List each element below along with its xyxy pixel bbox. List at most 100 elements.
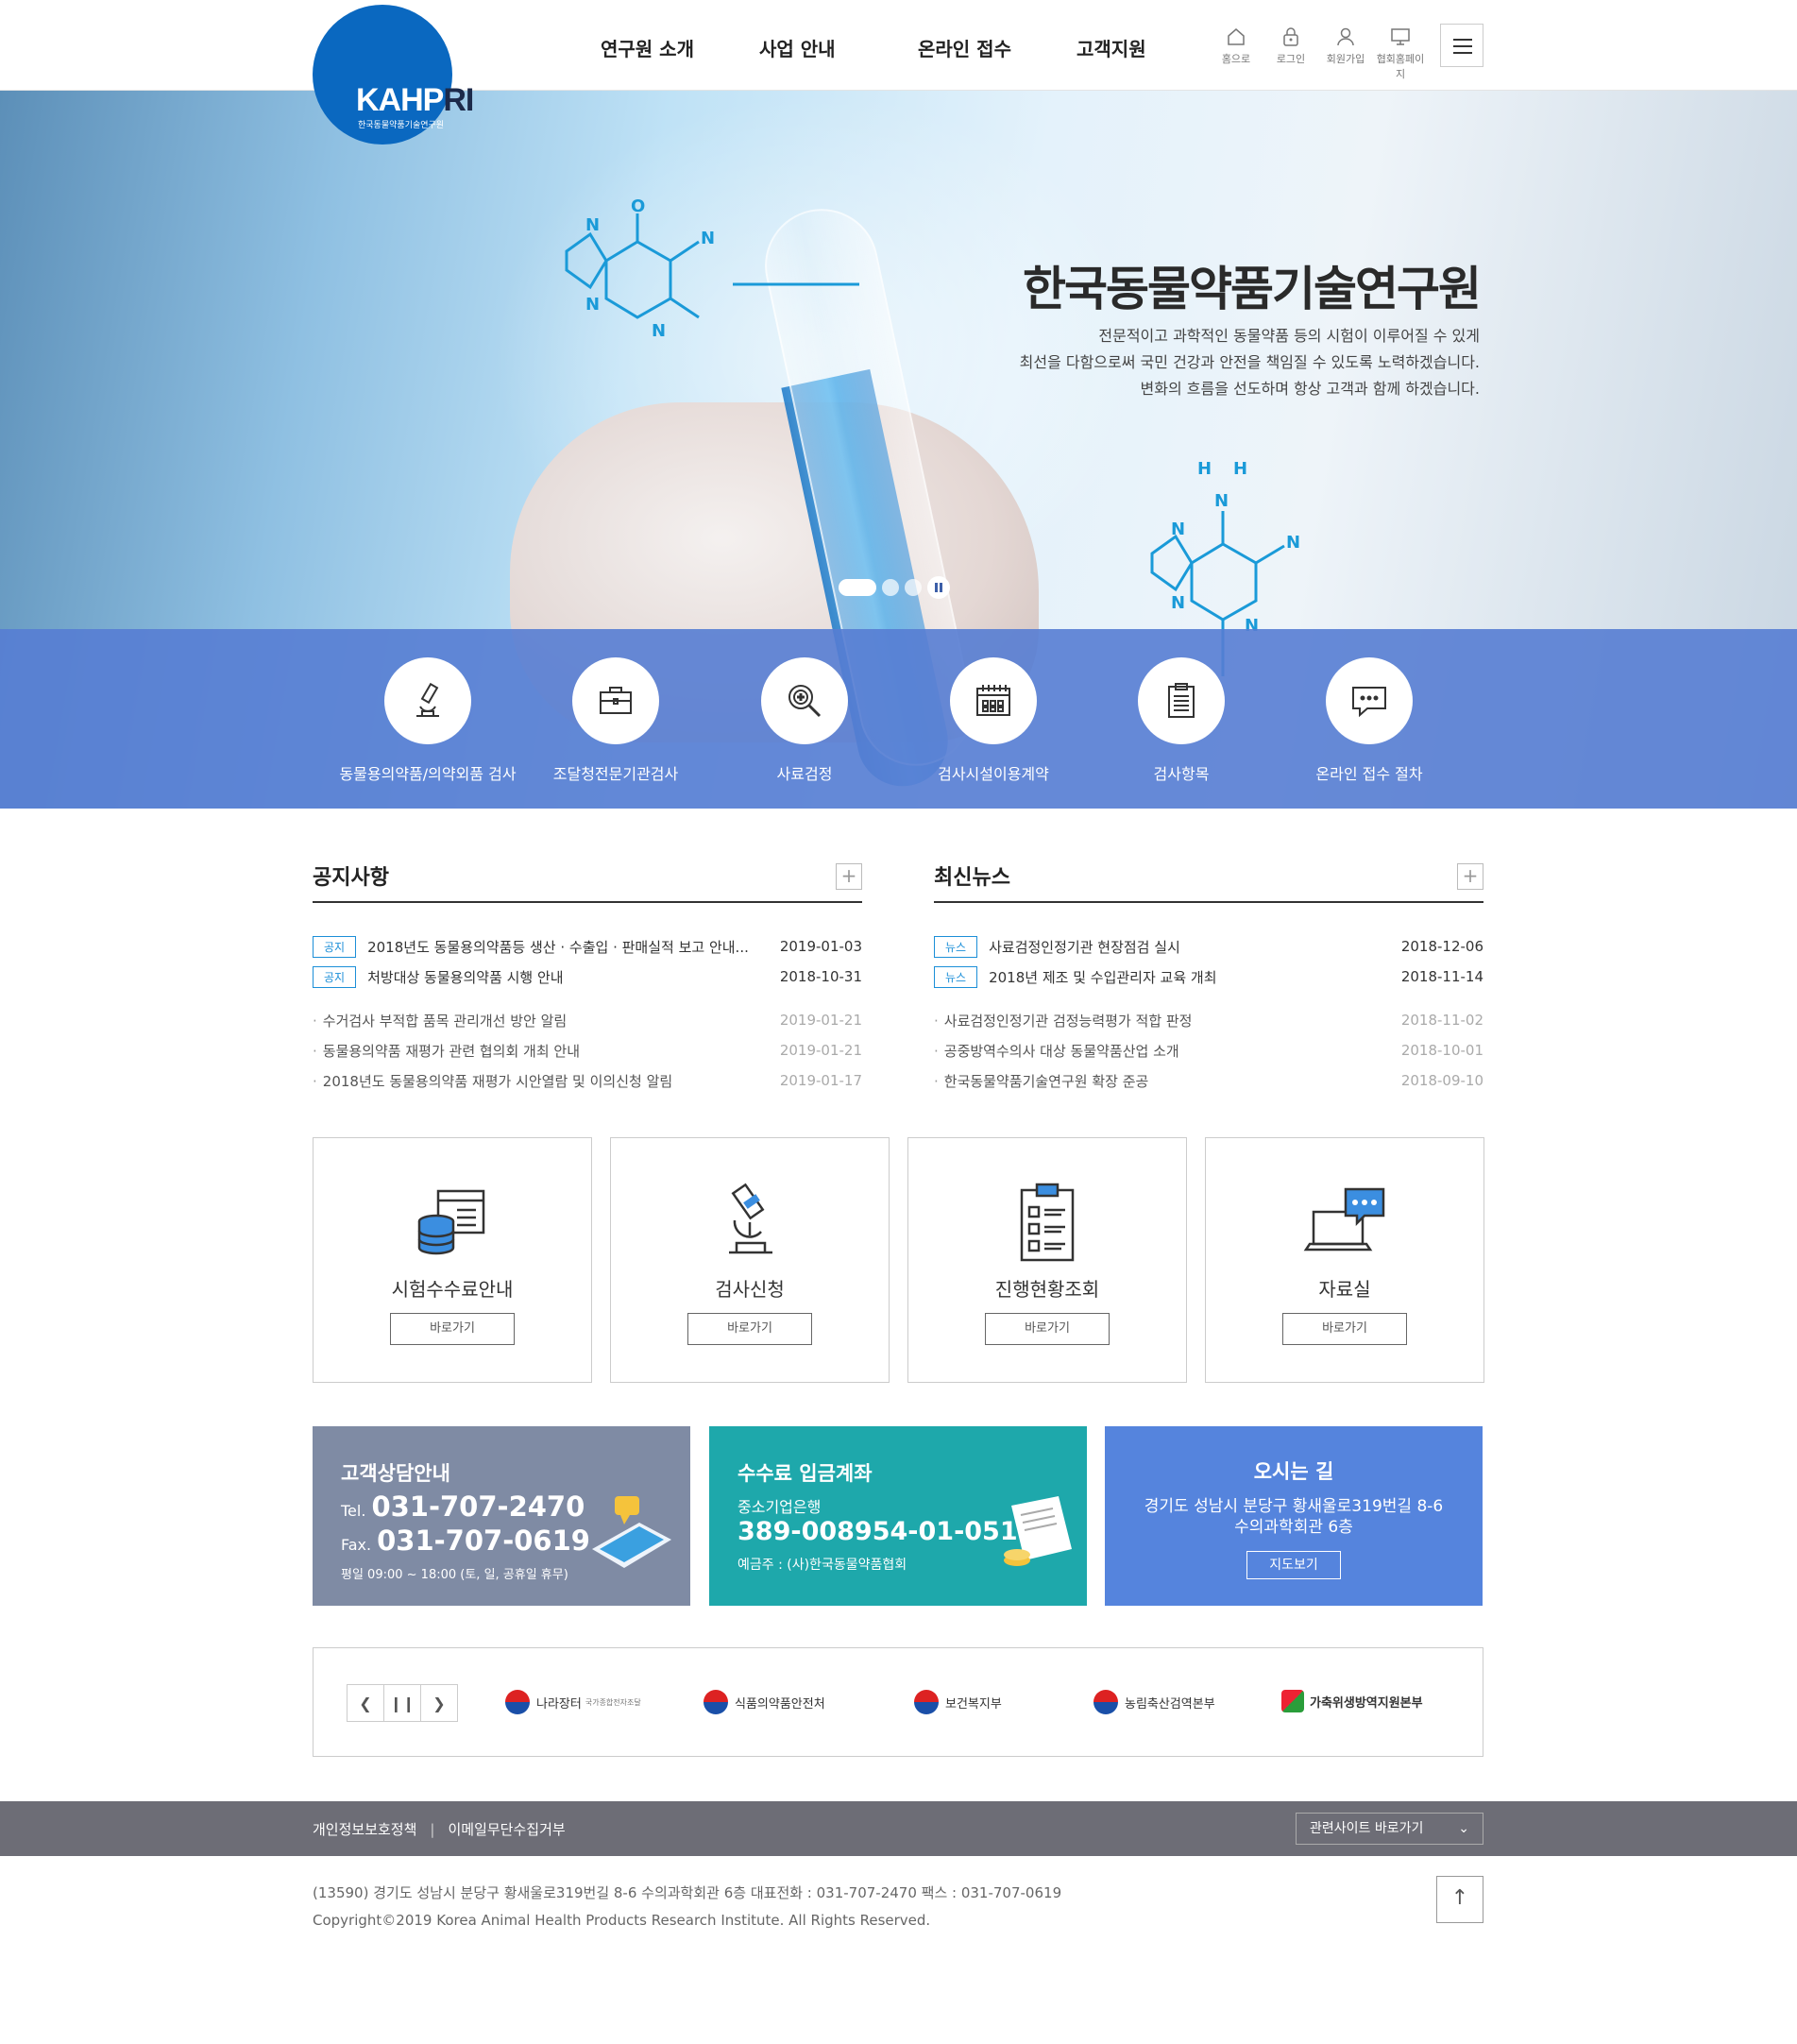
news-title: 최신뉴스 xyxy=(934,866,1010,890)
service-fee-title: 시험수수료안내 xyxy=(391,1278,514,1301)
nav-about[interactable]: 연구원 소개 xyxy=(601,34,759,61)
cs-title: 고객상담안내 xyxy=(341,1462,450,1485)
email-refusal-link[interactable]: 이메일무단수집거부 xyxy=(448,1821,565,1838)
family-site-select[interactable]: 관련사이트 바로가기 ⌄ xyxy=(1296,1813,1483,1845)
checklist-icon xyxy=(1020,1183,1075,1262)
service-archive-button[interactable]: 바로가기 xyxy=(1282,1313,1407,1345)
news-row[interactable]: 뉴스 2018년 제조 및 수입관리자 교육 개최 2018-11-14 xyxy=(934,962,1483,992)
service-apply-title: 검사신청 xyxy=(715,1278,785,1301)
taegeuk-icon xyxy=(1093,1690,1118,1714)
taegeuk-icon xyxy=(914,1690,939,1714)
scroll-top-button[interactable]: ↑ xyxy=(1436,1876,1483,1923)
partner-logo-ahqa[interactable]: 가축위생방역지원본부 xyxy=(1281,1690,1423,1712)
util-login[interactable]: 로그인 xyxy=(1263,26,1318,81)
prev-button[interactable]: ❮ xyxy=(347,1684,384,1722)
notice-row[interactable]: 공지 처방대상 동물용의약품 시행 안내 2018-10-31 xyxy=(313,962,862,992)
microscope-icon xyxy=(729,1183,772,1254)
site-logo[interactable]: KAHPRI 한국동물약품기술연구원 xyxy=(313,5,474,145)
customer-service-box: 고객상담안내 Tel. 031-707-2470 Fax. 031-707-0619… xyxy=(313,1426,690,1606)
slide-dot-1[interactable] xyxy=(839,579,876,596)
util-join[interactable]: 회원가입 xyxy=(1318,26,1373,81)
clipboard-icon xyxy=(1168,683,1195,718)
notice-row[interactable]: 공지 2018년도 동물용의약품등 생산 · 수출입 · 판매실적 보고 안내..… xyxy=(313,931,862,962)
news-list-item[interactable]: 사료검정인정기관 검정능력평가 적합 판정2018-11-02 xyxy=(934,1005,1483,1035)
notice-board: 공지사항 + 공지 2018년도 동물용의약품등 생산 · 수출입 · 판매실적 … xyxy=(313,860,862,1096)
partner-logo-koneps[interactable]: 나라장터 국가종합전자조달 xyxy=(505,1690,641,1714)
partner-logo-mfds[interactable]: 식품의약품안전처 xyxy=(704,1690,825,1714)
notice-list-item[interactable]: 동물용의약품 재평가 관련 협의회 개최 안내2019-01-21 xyxy=(313,1035,862,1065)
svg-text:N: N xyxy=(1286,533,1300,553)
nav-business[interactable]: 사업 안내 xyxy=(759,34,918,61)
invoice-icon xyxy=(1004,1496,1072,1566)
quick-item-online-process[interactable]: 온라인 접수 절차 xyxy=(1275,657,1464,784)
news-more-button[interactable]: + xyxy=(1457,863,1483,890)
news-list-item[interactable]: 공중방역수의사 대상 동물약품산업 소개2018-10-01 xyxy=(934,1035,1483,1065)
main-nav: 연구원 소개 사업 안내 온라인 접수 고객지원 xyxy=(601,34,1235,61)
news-list-item[interactable]: 한국동물약품기술연구원 확장 준공2018-09-10 xyxy=(934,1065,1483,1096)
footer-links: 개인정보보호정책 | 이메일무단수집거부 xyxy=(313,1821,566,1838)
chevron-left-icon: ❮ xyxy=(359,1694,372,1712)
pause-icon: ❙❙ xyxy=(389,1694,415,1712)
briefcase-icon xyxy=(600,687,632,714)
hero-title: 한국동물약품기술연구원 xyxy=(1023,262,1482,316)
notice-list-item[interactable]: 수거검사 부적합 품목 관리개선 방안 알림2019-01-21 xyxy=(313,1005,862,1035)
svg-text:N: N xyxy=(585,295,600,315)
logo-text-b: RI xyxy=(443,82,474,118)
menu-button[interactable] xyxy=(1440,24,1483,67)
service-archive-box: 자료실 바로가기 xyxy=(1205,1137,1484,1383)
partner-banner: ❮ ❙❙ ❯ 나라장터 국가종합전자조달 식품의약품안전처 보건복지부 농림축산검… xyxy=(313,1647,1483,1757)
notice-title: 공지사항 xyxy=(313,866,389,890)
svg-text:N: N xyxy=(1214,491,1229,511)
monitor-icon xyxy=(1391,28,1410,45)
news-row[interactable]: 뉴스 사료검정인정기관 현장점검 실시 2018-12-06 xyxy=(934,931,1483,962)
map-button[interactable]: 지도보기 xyxy=(1246,1551,1341,1579)
quick-item-items[interactable]: 검사항목 xyxy=(1087,657,1276,784)
pause-icon[interactable] xyxy=(927,576,950,599)
quick-item-procurement[interactable]: 조달청전문기관검사 xyxy=(521,657,710,784)
directions-address: 경기도 성남시 분당구 황새울로319번길 8-6 수의과학회관 6층 xyxy=(1144,1497,1444,1537)
service-status-title: 진행현황조회 xyxy=(994,1278,1100,1301)
privacy-policy-link[interactable]: 개인정보보호정책 xyxy=(313,1821,416,1838)
user-icon xyxy=(1337,27,1354,46)
bank-title: 수수료 입금계좌 xyxy=(737,1462,873,1485)
quick-item-inspection[interactable]: 동물용의약품/의약외품 검사 xyxy=(333,657,522,784)
directions-box: 오시는 길 경기도 성남시 분당구 황새울로319번길 8-6 수의과학회관 6… xyxy=(1105,1426,1483,1606)
util-home[interactable]: 홈으로 xyxy=(1209,26,1263,81)
bank-name: 중소기업은행 xyxy=(737,1498,822,1516)
notice-more-button[interactable]: + xyxy=(836,863,862,890)
notice-list-item[interactable]: 2018년도 동물용의약품 재평가 시안열람 및 이의신청 알림2019-01-… xyxy=(313,1065,862,1096)
service-status-button[interactable]: 바로가기 xyxy=(985,1313,1110,1345)
chevron-right-icon: ❯ xyxy=(432,1694,446,1712)
footer-info: (13590) 경기도 성남시 분당구 황새울로319번길 8-6 수의과학회관… xyxy=(313,1880,1061,1934)
service-fee-button[interactable]: 바로가기 xyxy=(390,1313,515,1345)
next-button[interactable]: ❯ xyxy=(420,1684,458,1722)
svg-text:N: N xyxy=(585,215,600,235)
nav-online[interactable]: 온라인 접수 xyxy=(918,34,1077,61)
cs-fax: 031-707-0619 xyxy=(377,1524,590,1557)
svg-text:O: O xyxy=(631,196,645,216)
util-association[interactable]: 협회홈페이지 xyxy=(1373,26,1428,81)
molecule-icon: N N O N N xyxy=(565,196,859,336)
slider-pager xyxy=(839,576,950,599)
partner-logo-qia[interactable]: 농림축산검역본부 xyxy=(1093,1690,1215,1714)
bank-account-number: 389-008954-01-051 xyxy=(737,1517,1018,1546)
hero-description: 전문적이고 과학적인 동물약품 등의 시험이 이루어질 수 있게 최선을 다함으… xyxy=(1019,327,1480,398)
site-header: 연구원 소개 사업 안내 온라인 접수 고객지원 홈으로 로그인 회원가입 협회… xyxy=(0,0,1797,91)
magnifier-icon xyxy=(788,685,822,718)
phone-chat-icon xyxy=(592,1496,671,1568)
svg-text:N: N xyxy=(652,321,666,336)
svg-text:H: H xyxy=(1197,459,1212,479)
pause-button[interactable]: ❙❙ xyxy=(383,1684,421,1722)
chevron-down-icon: ⌄ xyxy=(1458,1821,1469,1836)
quick-item-facility[interactable]: 검사시설이용계약 xyxy=(899,657,1088,784)
slide-dot-3[interactable] xyxy=(905,579,922,596)
news-board: 최신뉴스 + 뉴스 사료검정인정기관 현장점검 실시 2018-12-06 뉴스 20… xyxy=(934,860,1483,1096)
quick-menu: 동물용의약품/의약외품 검사 조달청전문기관검사 사료검정 검사시설이용계약 검… xyxy=(0,629,1797,809)
svg-text:H: H xyxy=(1233,459,1247,479)
quick-item-feed[interactable]: 사료검정 xyxy=(710,657,899,784)
slide-dot-2[interactable] xyxy=(882,579,899,596)
service-apply-button[interactable]: 바로가기 xyxy=(687,1313,812,1345)
partner-logo-mohw[interactable]: 보건복지부 xyxy=(914,1690,1002,1714)
lock-icon xyxy=(1283,27,1298,46)
database-icon xyxy=(417,1189,485,1255)
